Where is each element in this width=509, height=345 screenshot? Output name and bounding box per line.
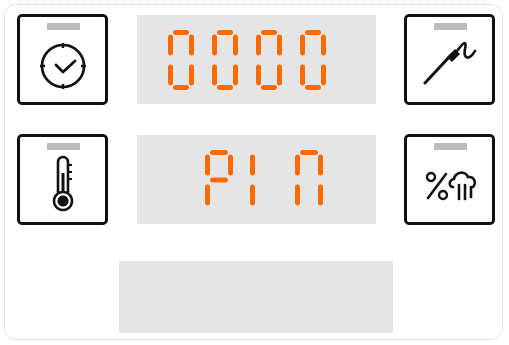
probe-button[interactable] xyxy=(404,14,495,105)
time-display xyxy=(137,15,376,104)
thermometer-icon xyxy=(52,155,74,212)
clock-icon xyxy=(40,43,86,89)
info-display xyxy=(119,261,393,333)
meat-probe-icon xyxy=(423,41,477,85)
segment-display xyxy=(205,150,323,206)
temperature-button[interactable] xyxy=(17,134,108,225)
timer-button[interactable] xyxy=(17,14,108,105)
segment-display xyxy=(168,30,326,90)
humidity-percent-icon xyxy=(425,171,477,201)
humidity-button[interactable] xyxy=(404,134,495,225)
status-display xyxy=(137,135,376,224)
